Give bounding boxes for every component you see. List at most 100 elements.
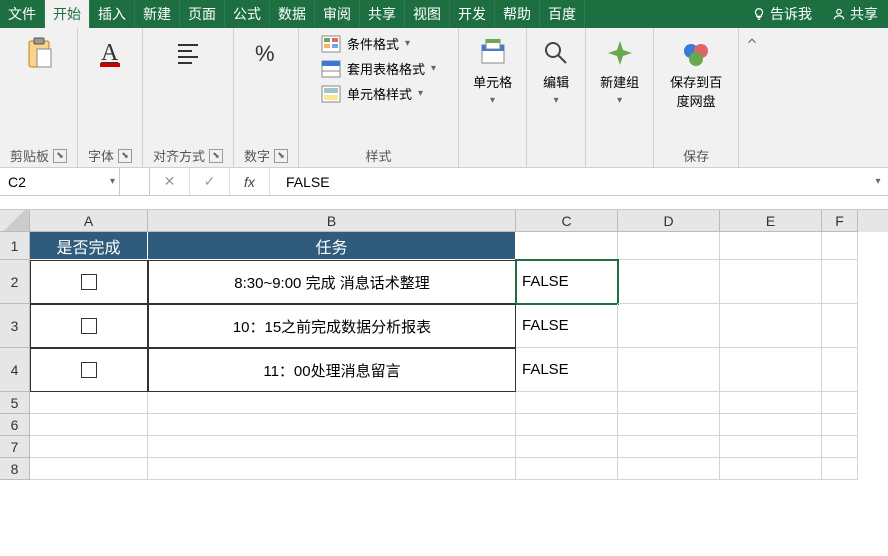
cell-B3[interactable]: 10：15之前完成数据分析报表 bbox=[148, 304, 516, 348]
row-header-8[interactable]: 8 bbox=[0, 458, 30, 480]
cell-E5[interactable] bbox=[720, 392, 822, 414]
cell-E4[interactable] bbox=[720, 348, 822, 392]
conditional-formatting-button[interactable]: 条件格式▾ bbox=[321, 34, 410, 53]
cell-F8[interactable] bbox=[822, 458, 858, 480]
row-header-3[interactable]: 3 bbox=[0, 304, 30, 348]
cell-styles-button[interactable]: 单元格样式▾ bbox=[321, 84, 423, 103]
menu-tab-home[interactable]: 开始 bbox=[45, 0, 90, 28]
cell-F5[interactable] bbox=[822, 392, 858, 414]
cell-E1[interactable] bbox=[720, 232, 822, 260]
cell-F2[interactable] bbox=[822, 260, 858, 304]
checkbox-icon[interactable] bbox=[81, 274, 97, 290]
cell-E6[interactable] bbox=[720, 414, 822, 436]
save-to-baidu-button[interactable]: 保存到百度网盘 bbox=[664, 34, 728, 114]
cell-A4[interactable] bbox=[30, 348, 148, 392]
menu-tab-baidu[interactable]: 百度 bbox=[540, 0, 585, 28]
cell-A3[interactable] bbox=[30, 304, 148, 348]
cell-E3[interactable] bbox=[720, 304, 822, 348]
cell-A1[interactable]: 是否完成 bbox=[30, 232, 148, 260]
checkbox-icon[interactable] bbox=[81, 318, 97, 334]
cell-C7[interactable] bbox=[516, 436, 618, 458]
col-header-E[interactable]: E bbox=[720, 210, 822, 232]
cells-button[interactable]: 单元格 ▾ bbox=[469, 34, 516, 110]
number-launcher[interactable]: ⬊ bbox=[274, 149, 288, 163]
row-header-6[interactable]: 6 bbox=[0, 414, 30, 436]
row-header-2[interactable]: 2 bbox=[0, 260, 30, 304]
cell-C1[interactable] bbox=[516, 232, 618, 260]
menu-tab-review[interactable]: 审阅 bbox=[315, 0, 360, 28]
menu-tab-file[interactable]: 文件 bbox=[0, 0, 45, 28]
cell-D7[interactable] bbox=[618, 436, 720, 458]
cell-B5[interactable] bbox=[148, 392, 516, 414]
alignment-launcher[interactable]: ⬊ bbox=[209, 149, 223, 163]
share-button[interactable]: 共享 bbox=[822, 0, 888, 28]
number-button[interactable]: % bbox=[247, 34, 285, 72]
cell-A5[interactable] bbox=[30, 392, 148, 414]
cell-C8[interactable] bbox=[516, 458, 618, 480]
cell-E2[interactable] bbox=[720, 260, 822, 304]
menu-tab-share[interactable]: 共享 bbox=[360, 0, 405, 28]
name-box-dropdown[interactable]: ▾ bbox=[110, 176, 115, 187]
formula-bar-expand[interactable]: ▾ bbox=[868, 168, 888, 195]
cell-E8[interactable] bbox=[720, 458, 822, 480]
cell-B6[interactable] bbox=[148, 414, 516, 436]
menu-tab-developer[interactable]: 开发 bbox=[450, 0, 495, 28]
row-header-1[interactable]: 1 bbox=[0, 232, 30, 260]
ribbon-collapse-button[interactable] bbox=[739, 28, 765, 167]
cell-C6[interactable] bbox=[516, 414, 618, 436]
menu-tab-new[interactable]: 新建 bbox=[135, 0, 180, 28]
font-launcher[interactable]: ⬊ bbox=[118, 149, 132, 163]
cancel-formula-button[interactable]: ✕ bbox=[150, 168, 190, 195]
cell-D1[interactable] bbox=[618, 232, 720, 260]
cell-B7[interactable] bbox=[148, 436, 516, 458]
menu-tab-formulas[interactable]: 公式 bbox=[225, 0, 270, 28]
alignment-button[interactable] bbox=[169, 34, 207, 72]
menu-tab-help[interactable]: 帮助 bbox=[495, 0, 540, 28]
cell-C3[interactable]: FALSE bbox=[516, 304, 618, 348]
formula-input[interactable]: FALSE bbox=[270, 168, 868, 195]
cell-E7[interactable] bbox=[720, 436, 822, 458]
insert-function-button[interactable]: fx bbox=[230, 168, 270, 195]
col-header-D[interactable]: D bbox=[618, 210, 720, 232]
checkbox-icon[interactable] bbox=[81, 362, 97, 378]
cell-C4[interactable]: FALSE bbox=[516, 348, 618, 392]
newgroup-button[interactable]: 新建组 ▾ bbox=[596, 34, 643, 110]
menu-tab-insert[interactable]: 插入 bbox=[90, 0, 135, 28]
cell-D3[interactable] bbox=[618, 304, 720, 348]
clipboard-launcher[interactable]: ⬊ bbox=[53, 149, 67, 163]
cell-B1[interactable]: 任务 bbox=[148, 232, 516, 260]
cell-F7[interactable] bbox=[822, 436, 858, 458]
menu-tab-pagelayout[interactable]: 页面 bbox=[180, 0, 225, 28]
cell-C2[interactable]: FALSE bbox=[516, 260, 618, 304]
col-header-B[interactable]: B bbox=[148, 210, 516, 232]
cell-B8[interactable] bbox=[148, 458, 516, 480]
row-header-4[interactable]: 4 bbox=[0, 348, 30, 392]
cell-D8[interactable] bbox=[618, 458, 720, 480]
cell-D4[interactable] bbox=[618, 348, 720, 392]
cell-D6[interactable] bbox=[618, 414, 720, 436]
cell-F1[interactable] bbox=[822, 232, 858, 260]
cell-F6[interactable] bbox=[822, 414, 858, 436]
menu-tab-data[interactable]: 数据 bbox=[270, 0, 315, 28]
format-as-table-button[interactable]: 套用表格格式▾ bbox=[321, 59, 436, 78]
tell-me[interactable]: 告诉我 bbox=[742, 0, 822, 28]
cell-C5[interactable] bbox=[516, 392, 618, 414]
cell-D5[interactable] bbox=[618, 392, 720, 414]
cell-B4[interactable]: 11：00处理消息留言 bbox=[148, 348, 516, 392]
col-header-A[interactable]: A bbox=[30, 210, 148, 232]
cell-A6[interactable] bbox=[30, 414, 148, 436]
enter-formula-button[interactable]: ✓ bbox=[190, 168, 230, 195]
col-header-F[interactable]: F bbox=[822, 210, 858, 232]
font-button[interactable]: A bbox=[91, 34, 129, 72]
cell-F4[interactable] bbox=[822, 348, 858, 392]
cell-A7[interactable] bbox=[30, 436, 148, 458]
cell-D2[interactable] bbox=[618, 260, 720, 304]
cell-B2[interactable]: 8:30~9:00 完成 消息话术整理 bbox=[148, 260, 516, 304]
menu-tab-view[interactable]: 视图 bbox=[405, 0, 450, 28]
row-header-7[interactable]: 7 bbox=[0, 436, 30, 458]
paste-button[interactable] bbox=[20, 34, 58, 72]
cell-F3[interactable] bbox=[822, 304, 858, 348]
col-header-C[interactable]: C bbox=[516, 210, 618, 232]
select-all-corner[interactable] bbox=[0, 210, 30, 232]
name-box[interactable]: C2 ▾ bbox=[0, 168, 120, 195]
